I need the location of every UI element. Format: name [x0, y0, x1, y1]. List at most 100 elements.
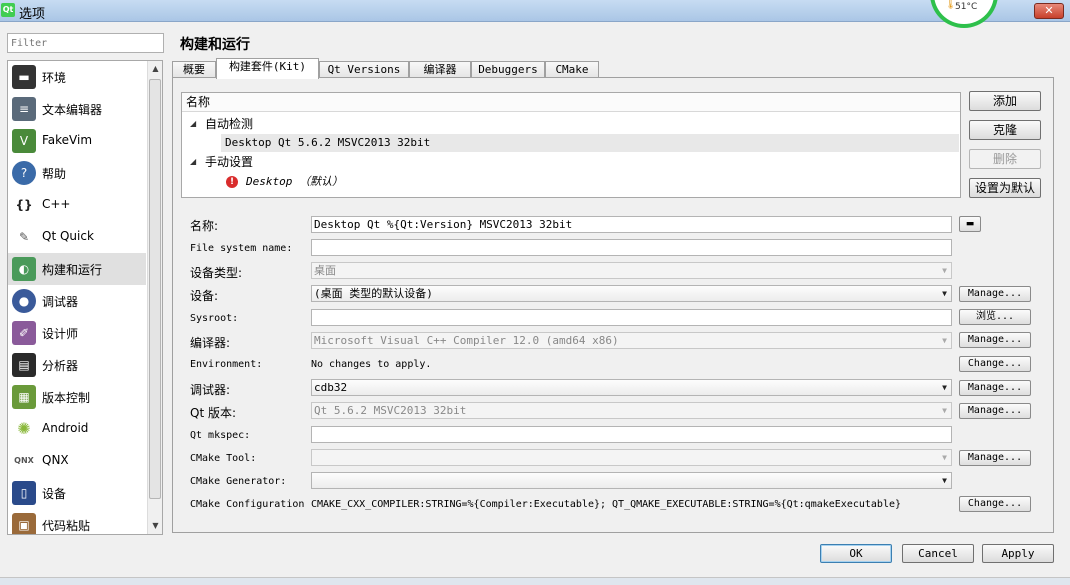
- debugger-manage-button[interactable]: Manage...: [959, 380, 1031, 396]
- text-doc-icon: ≡: [12, 97, 36, 121]
- cmake-generator-label: CMake Generator:: [190, 476, 287, 487]
- category-item-qt-quick[interactable]: ✎ Qt Quick: [8, 221, 146, 253]
- temperature-widget: 🌡 51°C: [930, 0, 998, 28]
- qt-version-manage-button[interactable]: Manage...: [959, 403, 1031, 419]
- category-item-debugger[interactable]: ● 调试器: [8, 285, 146, 317]
- category-label: 版本控制: [42, 391, 91, 405]
- fs-name-field[interactable]: [311, 239, 952, 256]
- tab-qt-versions[interactable]: Qt Versions: [319, 61, 409, 78]
- compiler-manage-button[interactable]: Manage...: [959, 332, 1031, 348]
- category-item-build-run[interactable]: ◐ 构建和运行: [8, 253, 146, 285]
- category-item-android[interactable]: ✺ Android: [8, 413, 146, 445]
- category-label: Qt Quick: [42, 229, 94, 243]
- chevron-down-icon: ▼: [942, 453, 947, 462]
- cmake-config-change-button[interactable]: Change...: [959, 496, 1031, 512]
- category-label: 设计师: [42, 327, 79, 341]
- sysroot-label: Sysroot:: [190, 313, 239, 324]
- question-icon: ?: [12, 161, 36, 185]
- kit-name: Desktop （默认）: [246, 175, 343, 188]
- tree-group-manual[interactable]: 手动设置: [205, 153, 253, 171]
- monitor-icon[interactable]: ▬: [959, 216, 981, 232]
- remove-button[interactable]: 删除: [969, 149, 1041, 169]
- cmake-generator-select[interactable]: ▼: [311, 472, 952, 489]
- category-item-help[interactable]: ? 帮助: [8, 157, 146, 189]
- category-label: 文本编辑器: [42, 103, 103, 117]
- build-run-icon: ◐: [12, 257, 36, 281]
- chevron-down-icon: ▼: [942, 476, 947, 485]
- debugger-select[interactable]: cdb32 ▼: [311, 379, 952, 396]
- category-scrollbar[interactable]: ▲ ▼: [147, 61, 162, 534]
- expand-arrow-icon[interactable]: ◢: [190, 157, 196, 166]
- category-label: 环境: [42, 71, 67, 85]
- device-value: (桌面 类型的默认设备): [314, 287, 433, 300]
- tree-group-auto[interactable]: 自动检测: [205, 115, 253, 133]
- mkspec-field[interactable]: [311, 426, 952, 443]
- braces-icon: {}: [12, 193, 36, 217]
- category-label: QNX: [42, 453, 69, 467]
- tab-compilers[interactable]: 编译器: [409, 61, 471, 78]
- tab-kits[interactable]: 构建套件(Kit): [216, 58, 319, 79]
- category-item-text-editor[interactable]: ≡ 文本编辑器: [8, 93, 146, 125]
- chevron-down-icon: ▼: [942, 406, 947, 415]
- category-label: 构建和运行: [42, 263, 103, 277]
- category-item-devices[interactable]: ▯ 设备: [8, 477, 146, 509]
- category-label: 设备: [42, 487, 67, 501]
- category-item-environment[interactable]: ▬ 环境: [8, 61, 146, 93]
- compiler-value: Microsoft Visual C++ Compiler 12.0 (amd6…: [314, 334, 619, 347]
- device-select[interactable]: (桌面 类型的默认设备) ▼: [311, 285, 952, 302]
- cancel-button[interactable]: Cancel: [902, 544, 974, 563]
- compiler-select[interactable]: Microsoft Visual C++ Compiler 12.0 (amd6…: [311, 332, 952, 349]
- kit-row-manual[interactable]: Desktop （默认）: [246, 172, 343, 190]
- apply-button[interactable]: Apply: [982, 544, 1054, 563]
- category-item-designer[interactable]: ✐ 设计师: [8, 317, 146, 349]
- kit-row-auto[interactable]: Desktop Qt 5.6.2 MSVC2013 32bit: [221, 134, 959, 152]
- category-label: 分析器: [42, 359, 79, 373]
- category-item-code-paste[interactable]: ▣ 代码粘贴: [8, 509, 146, 534]
- name-field[interactable]: Desktop Qt %{Qt:Version} MSVC2013 32bit: [311, 216, 952, 233]
- error-icon: !: [226, 176, 238, 188]
- scroll-down-icon[interactable]: ▼: [148, 518, 162, 534]
- make-default-button[interactable]: 设置为默认: [969, 178, 1041, 198]
- browse-button[interactable]: 浏览...: [959, 309, 1031, 325]
- expand-arrow-icon[interactable]: ◢: [190, 119, 196, 128]
- close-button[interactable]: ✕: [1034, 3, 1064, 19]
- add-button[interactable]: 添加: [969, 91, 1041, 111]
- sysroot-field[interactable]: [311, 309, 952, 326]
- qt-version-select[interactable]: Qt 5.6.2 MSVC2013 32bit ▼: [311, 402, 952, 419]
- ok-button[interactable]: OK: [820, 544, 892, 563]
- cmake-tool-manage-button[interactable]: Manage...: [959, 450, 1031, 466]
- tree-header: 名称: [182, 93, 960, 112]
- category-item-qnx[interactable]: QNX QNX: [8, 445, 146, 477]
- chevron-down-icon: ▼: [942, 383, 947, 392]
- category-item-cpp[interactable]: {} C++: [8, 189, 146, 221]
- fakevim-icon: V: [12, 129, 36, 153]
- environment-value: No changes to apply.: [311, 359, 432, 370]
- qt-version-value: Qt 5.6.2 MSVC2013 32bit: [314, 404, 467, 417]
- device-icon: ▯: [12, 481, 36, 505]
- tab-debuggers[interactable]: Debuggers: [471, 61, 545, 78]
- qt-logo-icon: Qt: [1, 3, 15, 17]
- clone-button[interactable]: 克隆: [969, 120, 1041, 140]
- device-type-select[interactable]: 桌面 ▼: [311, 262, 952, 279]
- scroll-up-icon[interactable]: ▲: [148, 61, 162, 77]
- chevron-down-icon: ▼: [942, 289, 947, 298]
- device-manage-button[interactable]: Manage...: [959, 286, 1031, 302]
- tab-cmake[interactable]: CMake: [545, 61, 599, 78]
- category-label: 调试器: [42, 295, 79, 309]
- category-item-fakevim[interactable]: V FakeVim: [8, 125, 146, 157]
- category-item-analyzer[interactable]: ▤ 分析器: [8, 349, 146, 381]
- category-label: 代码粘贴: [42, 519, 91, 533]
- category-item-version-control[interactable]: ▦ 版本控制: [8, 381, 146, 413]
- environment-change-button[interactable]: Change...: [959, 356, 1031, 372]
- category-label: 帮助: [42, 167, 67, 181]
- scroll-thumb[interactable]: [149, 79, 161, 499]
- pen-icon: ✎: [12, 225, 36, 249]
- analyzer-icon: ▤: [12, 353, 36, 377]
- name-label: 名称:: [190, 219, 219, 233]
- debugger-value: cdb32: [314, 381, 348, 394]
- qt-version-label: Qt 版本:: [190, 406, 237, 420]
- filter-input[interactable]: [7, 33, 164, 53]
- tab-overview[interactable]: 概要: [172, 61, 216, 78]
- cmake-tool-select[interactable]: ▼: [311, 449, 952, 466]
- category-label: Android: [42, 421, 89, 435]
